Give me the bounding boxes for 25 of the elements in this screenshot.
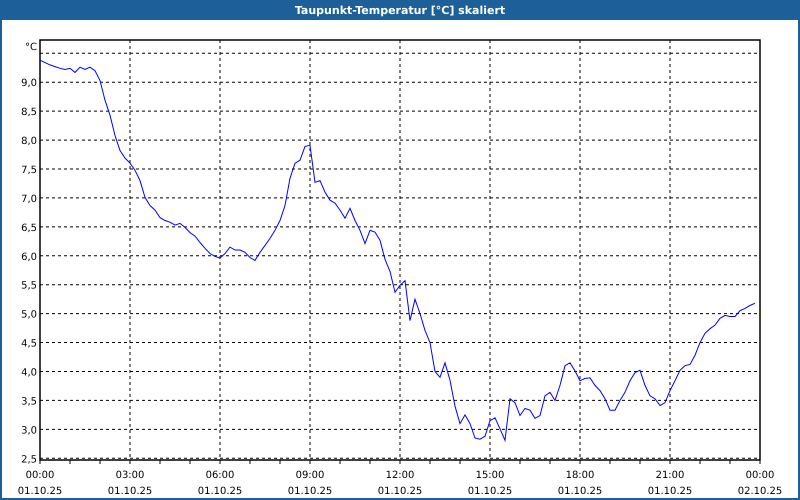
window-title: Taupunkt-Temperatur [°C] skaliert	[294, 4, 506, 16]
y-tick-label: 7,5	[21, 165, 37, 176]
y-tick-label: 3,0	[21, 425, 37, 436]
y-tick-label: 2,5	[21, 454, 37, 466]
x-tick-label: 12:00 01.10.25	[378, 470, 422, 497]
y-tick-label: 4,5	[21, 338, 37, 350]
x-tick-label: 21:00 01.10.25	[648, 470, 692, 497]
y-tick-label: 8,5	[21, 107, 37, 118]
y-tick-label: 5,5	[21, 280, 37, 292]
y-tick-label: 3,5	[21, 396, 37, 408]
y-tick-label: 4,0	[21, 368, 37, 378]
y-tick-label: 5,0	[21, 310, 37, 321]
x-tick-label: 06:00 01.10.25	[198, 470, 242, 497]
y-tick-label: 8,0	[21, 136, 37, 148]
x-tick-label: 09:00 01.10.25	[288, 470, 332, 497]
y-tick-label: 9,0	[21, 78, 37, 90]
x-tick-label: 03:00 01.10.25	[108, 470, 152, 497]
y-tick-label: 6,0	[21, 252, 37, 263]
x-tick-label: 18:00 01.10.25	[558, 470, 602, 497]
x-tick-label: 15:00 01.10.25	[468, 470, 512, 497]
y-axis-unit: °C	[25, 42, 37, 53]
x-tick-label: 00:00 01.10.25	[18, 470, 62, 497]
x-tick-label: 00:00 02.10.25	[738, 470, 782, 497]
y-tick-label: 6,5	[21, 222, 37, 234]
y-tick-label: 7,0	[21, 194, 37, 205]
